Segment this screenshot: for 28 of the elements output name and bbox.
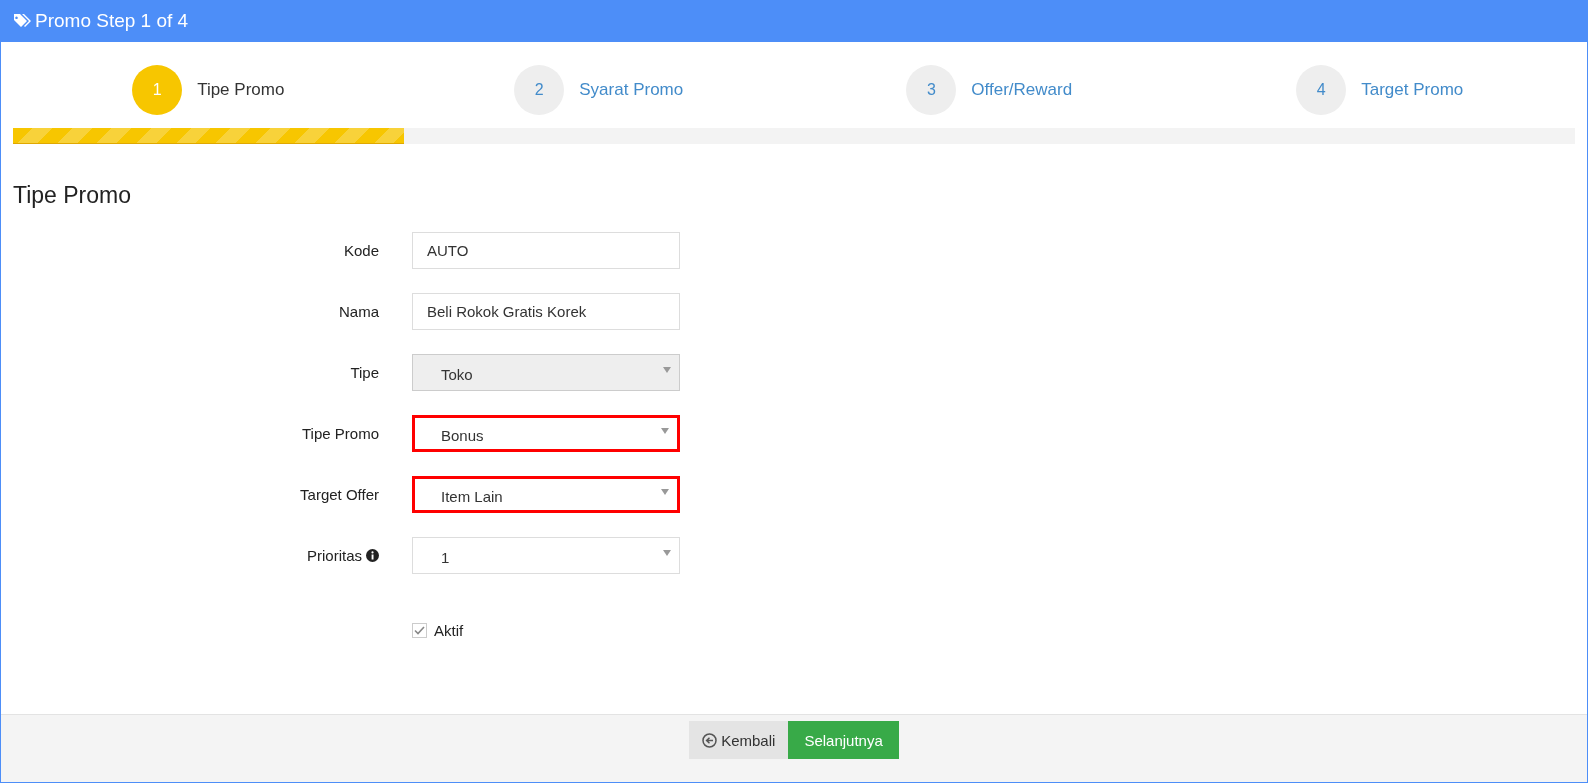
dropdown-arrow-icon xyxy=(661,427,669,434)
dropdown-arrow-icon xyxy=(663,549,671,556)
check-icon xyxy=(414,626,425,635)
field-label: Tipe xyxy=(350,364,379,381)
checkbox[interactable] xyxy=(412,623,427,638)
select-field[interactable]: Item Lain xyxy=(412,476,680,513)
section-title: Tipe Promo xyxy=(13,181,132,210)
select-field[interactable]: 1 xyxy=(412,537,680,574)
field-label: Target Offer xyxy=(300,486,379,503)
dropdown-arrow-icon xyxy=(661,488,669,495)
info-icon xyxy=(366,549,379,562)
checkbox-label: Aktif xyxy=(434,622,464,639)
input-field[interactable]: Beli Rokok Gratis Korek xyxy=(412,293,680,330)
dropdown-arrow-icon xyxy=(663,366,671,373)
back-button[interactable]: Kembali xyxy=(689,721,789,759)
select-field[interactable]: Bonus xyxy=(412,415,680,452)
field-label: Prioritas xyxy=(307,547,362,564)
field-label: Tipe Promo xyxy=(302,425,379,442)
step-label[interactable]: Tipe Promo xyxy=(197,80,285,100)
field-label: Kode xyxy=(343,242,379,259)
step-label[interactable]: Offer/Reward xyxy=(971,80,1073,100)
window-title: Promo Step 1 of 4 xyxy=(35,10,189,32)
tags-icon xyxy=(13,13,31,29)
field-label: Nama xyxy=(339,303,379,320)
input-field[interactable]: AUTO xyxy=(412,232,680,269)
step-label[interactable]: Target Promo xyxy=(1361,80,1464,100)
arrow-left-circle-icon xyxy=(702,732,718,748)
step-label[interactable]: Syarat Promo xyxy=(579,80,684,100)
